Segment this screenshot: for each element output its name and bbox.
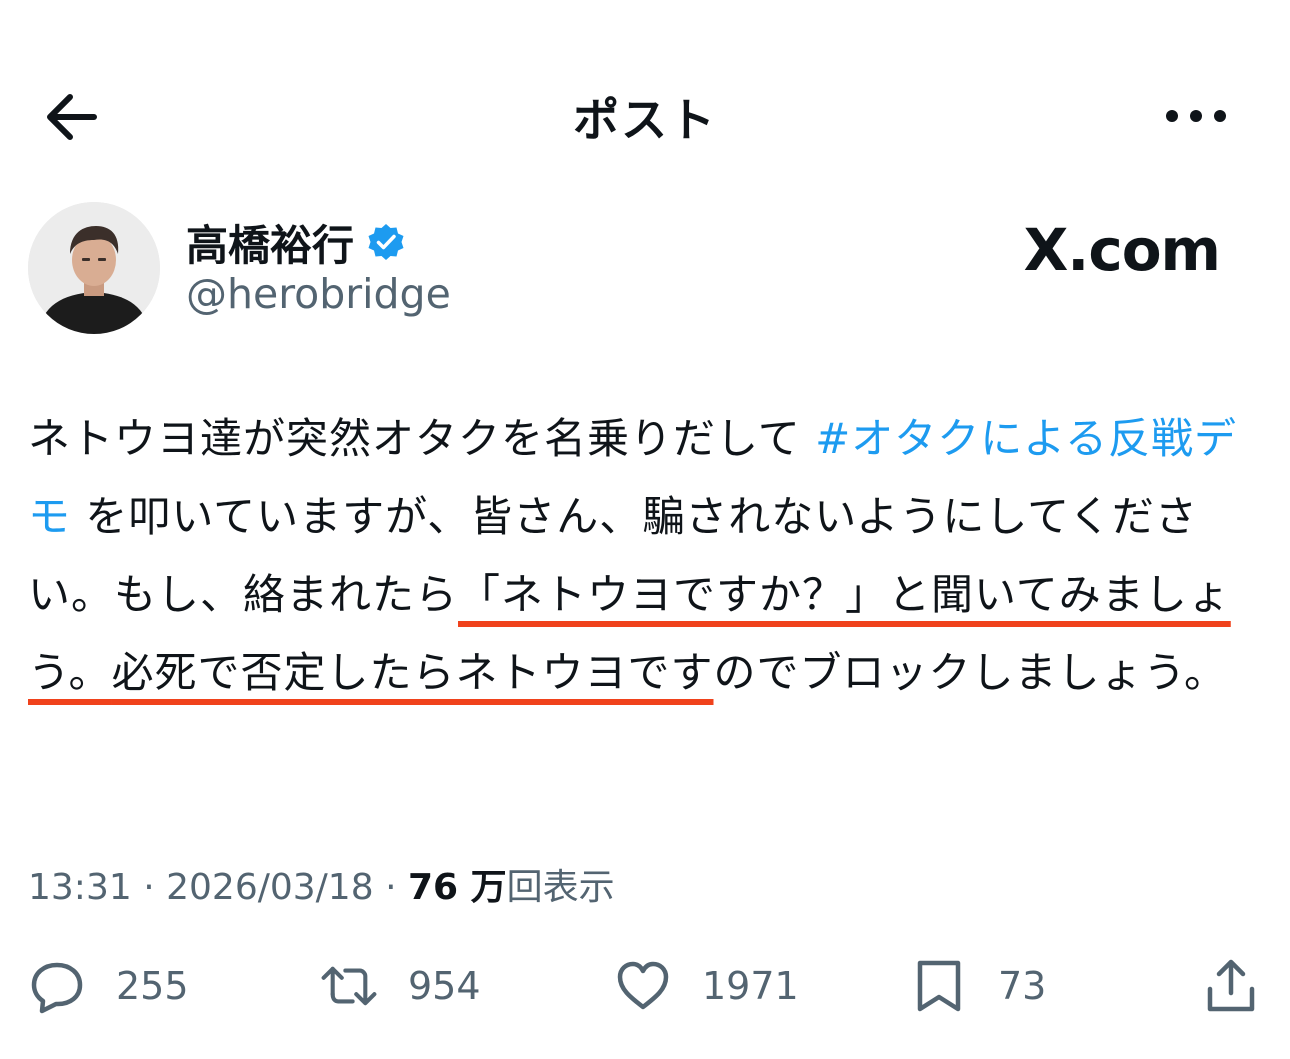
repost-icon [321, 966, 377, 1006]
user-handle[interactable]: @herobridge [186, 270, 451, 318]
bookmark-button[interactable]: 73 [910, 950, 1046, 1022]
repost-count: 954 [408, 964, 481, 1008]
tweet-time[interactable]: 13:31 [28, 867, 132, 908]
meta-separator: · [385, 867, 397, 908]
bookmark-icon [917, 960, 961, 1012]
like-button[interactable]: 1971 [614, 950, 799, 1022]
xcom-watermark-text: X.com [1023, 216, 1221, 284]
highlighted-text: 必死で否定したらネトウヨです [111, 648, 714, 697]
tweet-text: ネトウヨ達が突然オタクを名乗りだして #オタクによる反戦デモ を叩いていますが、… [28, 400, 1258, 712]
display-name: 高橋裕行 [186, 220, 355, 270]
heart-icon [617, 961, 669, 1010]
tweet-text-segment: ネトウヨ達が突然オタクを名乗りだして [28, 414, 816, 463]
views-count: 76 万 [407, 867, 507, 908]
share-icon [1207, 959, 1255, 1012]
reply-icon [31, 962, 83, 1014]
xcom-watermark: X.com [1023, 216, 1221, 284]
verified-badge-icon [368, 224, 404, 260]
like-count: 1971 [702, 964, 799, 1008]
share-button[interactable] [1202, 950, 1260, 1022]
display-name-link[interactable]: 高橋裕行 [186, 214, 406, 270]
page-title: ポスト [573, 93, 717, 147]
reply-button[interactable]: 255 [28, 950, 189, 1022]
top-bar: ポスト [0, 60, 1290, 170]
more-button[interactable] [1160, 88, 1232, 144]
bookmark-count: 73 [998, 964, 1047, 1008]
tweet-meta: 13:31 · 2026/03/18 · 76 万回表示 [28, 858, 615, 910]
meta-separator: · [143, 867, 155, 908]
tweet-text-segment: のでブロックしましょう。 [713, 648, 1227, 697]
tweet-author: 高橋裕行 @herobridge X.com [28, 202, 1268, 337]
avatar[interactable] [28, 202, 160, 334]
views-label: 回表示 [506, 867, 615, 908]
action-bar: 255 954 1971 73 [0, 950, 1290, 1022]
repost-button[interactable]: 954 [320, 950, 481, 1022]
avatar-image [28, 202, 160, 334]
reply-count: 255 [116, 964, 189, 1008]
tweet-date[interactable]: 2026/03/18 [166, 867, 374, 908]
more-horizontal-icon [1166, 110, 1226, 122]
